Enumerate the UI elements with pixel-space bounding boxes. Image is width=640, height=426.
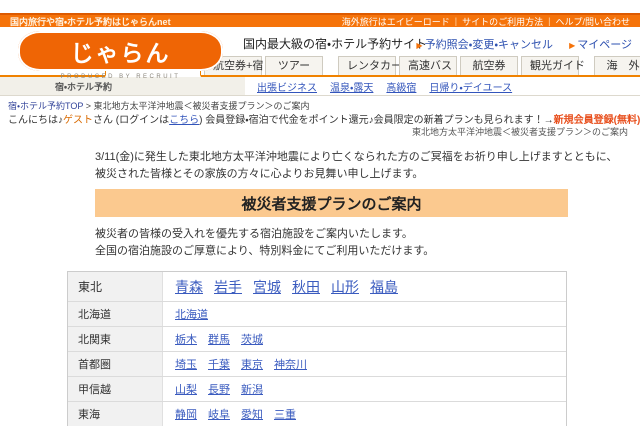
- prefecture-links: 埼玉 千葉 東京 神奈川: [163, 352, 566, 376]
- top-spacer: [0, 0, 640, 13]
- region-label: 首都圏: [68, 352, 163, 377]
- topbar: 国内旅行や宿・ホテル予約はじゃらんnet 海外旅行はエイビーロード | サイトのご利…: [0, 13, 640, 27]
- prefecture-link[interactable]: 岐阜: [208, 406, 230, 422]
- topbar-tagline: 国内旅行や宿・ホテル予約はじゃらんnet: [10, 16, 171, 27]
- prefecture-links: 栃木 群馬 茨城: [163, 327, 566, 351]
- tab-観光ガイド[interactable]: 観光ガイド: [521, 56, 585, 75]
- topbar-link-separator: |: [454, 16, 458, 26]
- header-link-reservation[interactable]: ▶ 予約照会・変更・キャンセル: [416, 36, 553, 52]
- prefecture-link[interactable]: 新潟: [241, 381, 263, 397]
- prefecture-link[interactable]: 岩手: [214, 277, 242, 297]
- tab-レンタカー[interactable]: レンタカー: [338, 56, 402, 75]
- topbar-link[interactable]: ヘルプ/問い合わせ: [555, 15, 630, 28]
- prefecture-link[interactable]: 三重: [274, 406, 296, 422]
- tab-ツアー[interactable]: ツアー: [265, 56, 323, 75]
- login-link[interactable]: こちら: [169, 115, 199, 126]
- tab-海外[interactable]: 海 外: [594, 56, 640, 75]
- prefecture-link[interactable]: 秋田: [292, 277, 320, 297]
- prefecture-links: 青森 岩手 宮城 秋田 山形 福島: [163, 272, 566, 301]
- table-row: 首都圏 埼玉 千葉 東京 神奈川: [68, 352, 566, 378]
- subnav-link[interactable]: 温泉・露天: [330, 79, 373, 94]
- prefecture-link[interactable]: 栃木: [175, 331, 197, 347]
- table-row: 北海道 北海道: [68, 302, 566, 328]
- header-link-mypage[interactable]: ▶ マイページ: [569, 36, 632, 52]
- region-label: 東海: [68, 402, 163, 426]
- prefecture-link[interactable]: 群馬: [208, 331, 230, 347]
- prefecture-link[interactable]: 茨城: [241, 331, 263, 347]
- breadcrumb-separator: >: [83, 101, 94, 111]
- breadcrumb-home-link[interactable]: 宿・ホテル予約TOP: [8, 101, 83, 111]
- prefecture-link[interactable]: 北海道: [175, 306, 208, 322]
- jalan-logo[interactable]: じゃらん: [18, 31, 223, 71]
- prefecture-link[interactable]: 長野: [208, 381, 230, 397]
- greeting-pre: こんにちは♪: [8, 115, 63, 126]
- prefecture-links: 北海道: [163, 302, 566, 326]
- logo-credit: PRODUCED BY RECRUIT: [60, 74, 181, 80]
- condolence-message: 3/11(金)に発生した東北地方太平洋沖地震により亡くなられた方のご冥福をお祈り…: [95, 149, 640, 183]
- subnav-link[interactable]: 高級宿: [386, 79, 416, 94]
- intro-line-1: 被災者の皆様の受入れを優先する宿泊施設をご案内いたします。: [95, 228, 413, 241]
- tab-高速バス[interactable]: 高速バス: [399, 56, 457, 75]
- region-label: 甲信越: [68, 377, 163, 402]
- region-label: 北関東: [68, 327, 163, 352]
- prefecture-link[interactable]: 福島: [370, 277, 398, 297]
- account-links: ▶ 予約照会・変更・キャンセル ▶ マイページ: [416, 36, 632, 52]
- intro-message: 被災者の皆様の受入れを優先する宿泊施設をご案内いたします。 全国の宿泊施設のご厚…: [95, 226, 640, 260]
- tab-航空券[interactable]: 航空券: [460, 56, 518, 75]
- prefecture-link[interactable]: 埼玉: [175, 356, 197, 372]
- arrow-icon: ▶: [416, 41, 423, 50]
- table-row: 北関東 栃木 群馬 茨城: [68, 327, 566, 353]
- topbar-link-separator: |: [548, 16, 551, 26]
- table-row: 東海 静岡 岐阜 愛知 三重: [68, 402, 566, 426]
- table-row: 甲信越 山梨 長野 新潟: [68, 377, 566, 403]
- condolence-line-2: 被災された皆様とその家族の方々に心よりお見舞い申し上げます。: [95, 168, 424, 181]
- topbar-links: 海外旅行はエイビーロード | サイトのご利用方法 | ヘルプ/問い合わせ: [342, 15, 630, 28]
- greeting-mid: さん (ログインは: [93, 115, 170, 126]
- site-tagline: 国内最大級の宿・ホテル予約サイト: [243, 37, 428, 51]
- region-label: 北海道: [68, 302, 163, 327]
- prefecture-link[interactable]: 山形: [331, 277, 359, 297]
- site-header: じゃらん PRODUCED BY RECRUIT 国内最大級の宿・ホテル予約サイ…: [0, 27, 640, 80]
- table-row: 東北 青森 岩手 宮城 秋田 山形 福島: [68, 272, 566, 303]
- prefecture-link[interactable]: 宮城: [253, 277, 281, 297]
- topbar-link[interactable]: 海外旅行はエイビーロード: [342, 15, 450, 28]
- prefecture-link[interactable]: 神奈川: [274, 356, 307, 372]
- prefecture-link[interactable]: 青森: [175, 277, 203, 297]
- condolence-line-1: 3/11(金)に発生した東北地方太平洋沖地震により亡くなられた方のご冥福をお祈り…: [95, 151, 618, 163]
- jalan-page: 国内旅行や宿・ホテル予約はじゃらんnet 海外旅行はエイビーロード | サイトのご利…: [0, 0, 640, 426]
- prefecture-link[interactable]: 愛知: [241, 406, 263, 422]
- support-plan-banner: 被災者支援プランのご案内: [95, 189, 568, 218]
- breadcrumb-current: 東北地方太平洋沖地震＜被災者支援プラン＞のご案内: [93, 101, 310, 111]
- region-prefecture-table: 東北 青森 岩手 宮城 秋田 山形 福島 北海道 北海道 北関東 栃木 群馬 茨城 首都圏 埼玉 千葉 東京 神奈…: [67, 271, 567, 426]
- topbar-link[interactable]: サイトのご利用方法: [462, 15, 543, 28]
- subnav-link[interactable]: 出張ビジネス: [257, 79, 317, 94]
- region-label: 東北: [68, 272, 163, 302]
- prefecture-link[interactable]: 静岡: [175, 406, 197, 422]
- subnav-links: 出張ビジネス 温泉・露天 高級宿 日帰り・デイユース: [245, 77, 512, 95]
- breadcrumb: 宿・ホテル予約TOP > 東北地方太平洋沖地震＜被災者支援プラン＞のご案内: [0, 96, 640, 111]
- guest-name: ゲスト: [63, 115, 93, 126]
- arrow-icon: ▶: [569, 41, 576, 50]
- intro-line-2: 全国の宿泊施設のご厚意により、特別料金にてご利用いただけます。: [95, 245, 435, 258]
- subnav-link[interactable]: 日帰り・デイユース: [429, 79, 512, 94]
- prefecture-links: 静岡 岐阜 愛知 三重: [163, 402, 566, 426]
- prefecture-link[interactable]: 千葉: [208, 356, 230, 372]
- prefecture-link[interactable]: 山梨: [175, 381, 197, 397]
- prefecture-links: 山梨 長野 新潟: [163, 377, 566, 401]
- prefecture-link[interactable]: 東京: [241, 356, 263, 372]
- greeting-bar: こんにちは♪ゲストさん (ログインはこちら) 会員登録・宿泊で代金をポイント還元…: [0, 109, 640, 126]
